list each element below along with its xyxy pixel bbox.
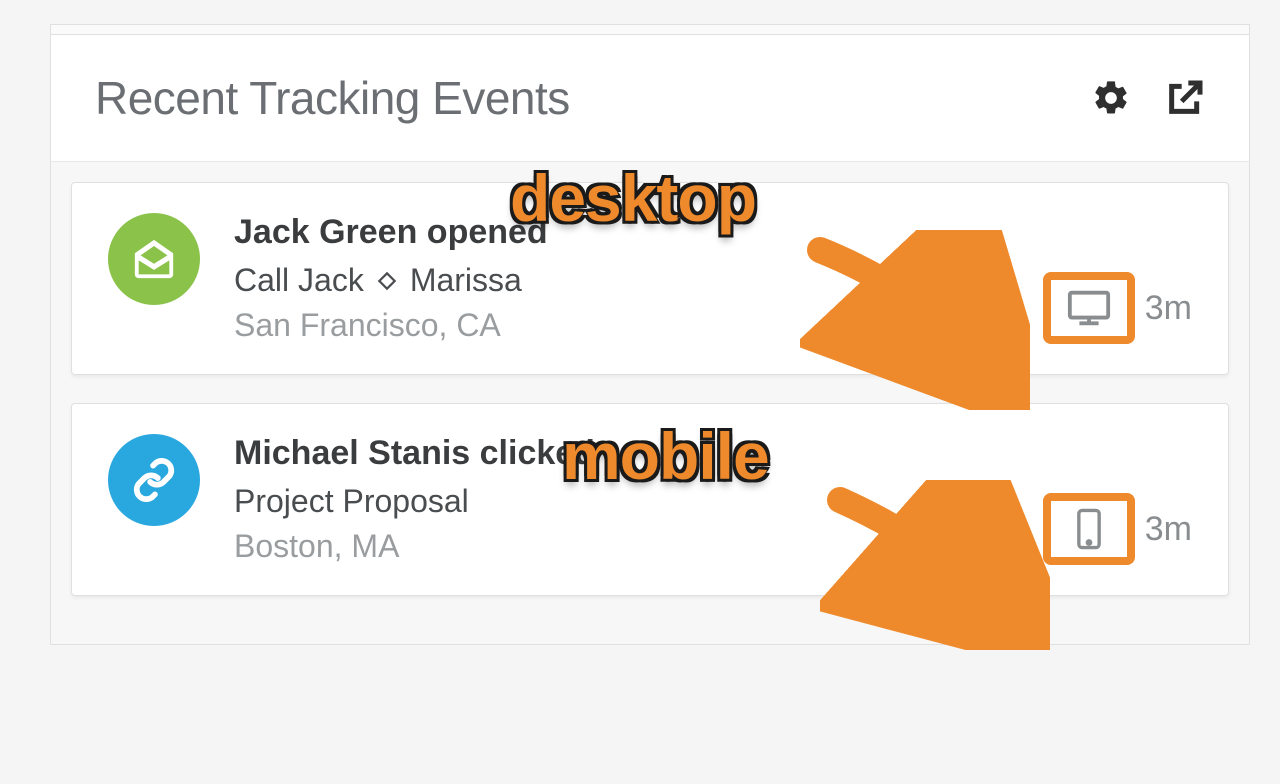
event-body: Michael Stanis clicked Project Proposal … xyxy=(234,434,1043,565)
link-icon xyxy=(131,457,177,503)
event-subject-prefix: Call Jack xyxy=(234,262,364,299)
event-meta: 3m xyxy=(1043,493,1192,565)
event-subject-suffix: Marissa xyxy=(410,262,522,299)
event-card[interactable]: Jack Green opened Call Jack Marissa San … xyxy=(71,182,1229,375)
event-body: Jack Green opened Call Jack Marissa San … xyxy=(234,213,1043,344)
event-avatar xyxy=(108,213,200,305)
event-subject: Call Jack Marissa xyxy=(234,262,1043,299)
event-meta: 3m xyxy=(1043,272,1192,344)
mobile-icon xyxy=(1074,507,1104,551)
panel-tab-strip xyxy=(51,25,1249,35)
event-title: Michael Stanis clicked xyxy=(234,434,1043,473)
event-location: San Francisco, CA xyxy=(234,307,1043,344)
tracking-events-panel: Recent Tracking Events xyxy=(50,24,1250,645)
device-indicator-desktop xyxy=(1043,272,1135,344)
event-avatar xyxy=(108,434,200,526)
panel-header: Recent Tracking Events xyxy=(51,35,1249,162)
desktop-icon xyxy=(1066,288,1112,328)
event-subject: Project Proposal xyxy=(234,483,1043,520)
settings-button[interactable] xyxy=(1091,78,1131,118)
device-indicator-mobile xyxy=(1043,493,1135,565)
event-location: Boston, MA xyxy=(234,528,1043,565)
email-open-icon xyxy=(131,236,177,282)
event-card[interactable]: Michael Stanis clicked Project Proposal … xyxy=(71,403,1229,596)
external-link-icon xyxy=(1165,78,1205,118)
panel-title: Recent Tracking Events xyxy=(95,71,570,125)
gear-icon xyxy=(1091,78,1131,118)
event-time: 3m xyxy=(1145,289,1192,328)
diamond-icon xyxy=(376,270,398,292)
events-list: Jack Green opened Call Jack Marissa San … xyxy=(51,162,1249,644)
event-time: 3m xyxy=(1145,510,1192,549)
event-title: Jack Green opened xyxy=(234,213,1043,252)
event-subject-prefix: Project Proposal xyxy=(234,483,469,520)
panel-actions xyxy=(1091,78,1205,118)
open-external-button[interactable] xyxy=(1165,78,1205,118)
